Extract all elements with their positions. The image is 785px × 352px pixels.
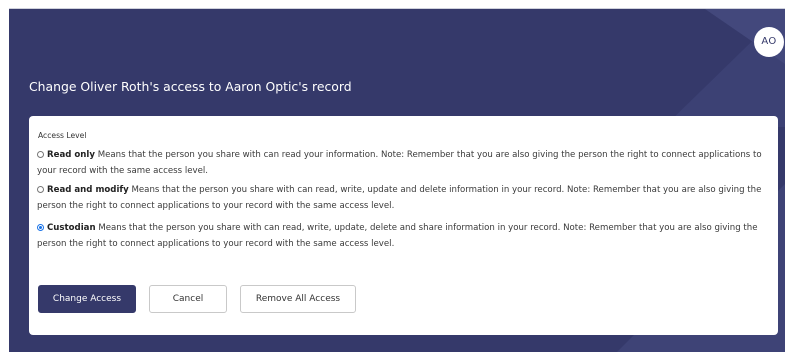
radio-read-and-modify[interactable] <box>37 185 44 193</box>
access-option-read-only[interactable]: Read only Means that the person you shar… <box>37 148 772 179</box>
user-avatar[interactable]: AO <box>754 27 784 57</box>
cancel-button[interactable]: Cancel <box>149 285 227 313</box>
page-title: Change Oliver Roth's access to Aaron Opt… <box>29 79 352 94</box>
option-name: Custodian <box>47 223 96 233</box>
remove-all-access-button[interactable]: Remove All Access <box>240 285 356 313</box>
access-option-custodian[interactable]: Custodian Means that the person you shar… <box>37 221 772 252</box>
option-description: Means that the person you share with can… <box>37 185 762 211</box>
option-name: Read only <box>47 150 95 160</box>
access-level-label: Access Level <box>38 131 87 140</box>
change-access-button[interactable]: Change Access <box>38 285 136 313</box>
access-form-card: Access Level Read only Means that the pe… <box>29 116 778 335</box>
radio-custodian[interactable] <box>37 223 44 231</box>
option-description: Means that the person you share with can… <box>37 223 758 249</box>
radio-read-only[interactable] <box>37 150 44 158</box>
option-description: Means that the person you share with can… <box>37 150 762 176</box>
option-name: Read and modify <box>47 185 129 195</box>
access-option-read-and-modify[interactable]: Read and modify Means that the person yo… <box>37 183 772 214</box>
